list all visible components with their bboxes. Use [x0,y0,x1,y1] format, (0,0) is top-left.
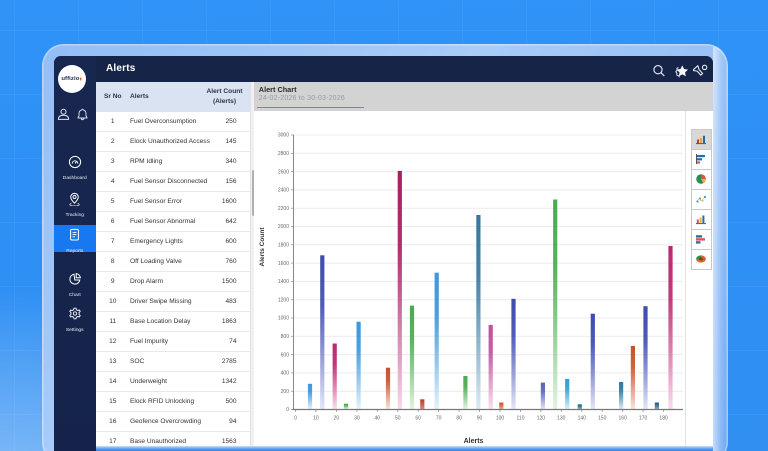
svg-text:1600: 1600 [278,260,289,266]
svg-text:150: 150 [598,415,607,421]
svg-text:400: 400 [281,370,290,376]
svg-text:Alerts: Alerts [464,438,484,445]
svg-text:160: 160 [619,415,628,421]
svg-text:1200: 1200 [278,297,289,303]
svg-text:2600: 2600 [278,169,289,175]
svg-text:60: 60 [415,415,421,421]
svg-text:50: 50 [395,415,401,421]
svg-text:180: 180 [659,415,668,421]
svg-text:1400: 1400 [278,279,289,285]
svg-text:0: 0 [294,415,297,421]
svg-text:2200: 2200 [278,205,289,211]
svg-text:600: 600 [281,352,290,358]
svg-text:70: 70 [436,415,442,421]
svg-text:90: 90 [477,415,483,421]
svg-text:Alerts Count: Alerts Count [259,226,266,266]
svg-text:170: 170 [639,415,648,421]
svg-text:1000: 1000 [278,315,289,321]
svg-text:1800: 1800 [278,242,289,248]
svg-text:3000: 3000 [278,132,289,138]
svg-text:2400: 2400 [278,187,289,193]
svg-text:130: 130 [557,415,566,421]
svg-text:30: 30 [354,415,360,421]
svg-text:110: 110 [517,415,525,421]
svg-text:20: 20 [334,415,340,421]
svg-text:2800: 2800 [278,151,289,157]
svg-text:200: 200 [281,388,290,394]
svg-text:120: 120 [537,415,546,421]
svg-text:10: 10 [313,415,319,421]
svg-text:80: 80 [456,415,462,421]
svg-text:40: 40 [375,415,381,421]
svg-text:0: 0 [286,407,289,413]
svg-text:2000: 2000 [278,224,289,230]
svg-text:140: 140 [578,415,587,421]
svg-text:100: 100 [496,415,505,421]
svg-text:800: 800 [281,334,290,340]
